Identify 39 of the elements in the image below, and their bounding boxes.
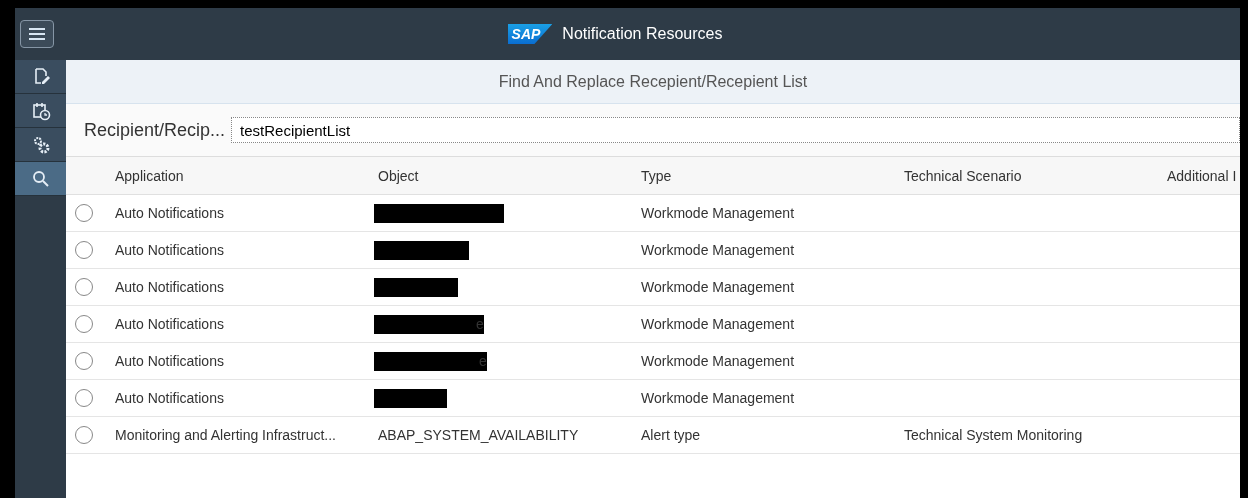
table-cell-text: Workmode Management (640, 316, 796, 332)
menu-button[interactable] (20, 20, 54, 48)
radio-button[interactable] (75, 315, 93, 333)
table-cell-text: Auto Notifications (114, 353, 225, 369)
table-cell-text: Workmode Management (640, 390, 796, 406)
recipient-input-field[interactable]: testRecipientList (231, 117, 1240, 143)
table-cell-text: Auto Notifications (114, 390, 225, 406)
table-cell-text: Auto Notifications (114, 316, 225, 332)
table-cell: ABAP_SYSTEM_AVAILABILITY (378, 427, 579, 443)
table-cell-text: Technical System Monitoring (903, 427, 1084, 443)
table-cell-text: Workmode Management (640, 242, 796, 258)
column-header: Object (377, 167, 420, 184)
sidebar-item[interactable] (15, 128, 66, 162)
table-cell-text: Workmode Management (640, 205, 796, 221)
sidebar-item[interactable] (15, 60, 66, 94)
column-header: Additional I (1166, 167, 1238, 184)
sidebar-item[interactable] (15, 94, 66, 128)
radio-button[interactable] (75, 426, 93, 444)
radio-button[interactable] (75, 241, 93, 259)
table-cell-text: Auto Notifications (114, 242, 225, 258)
table-cell-text: Alert type (640, 427, 702, 443)
menu-icon (28, 27, 46, 41)
field-label: Recipient/Recip... (84, 119, 226, 141)
radio-button[interactable] (75, 204, 93, 222)
column-header: Technical Scenario (903, 167, 1023, 184)
radio-button[interactable] (75, 278, 93, 296)
column-header: Type (640, 167, 673, 184)
table-cell-text: Monitoring and Alerting Infrastruct... (114, 427, 337, 443)
column-header: Application (114, 167, 185, 184)
logo: SAP (507, 24, 553, 44)
app-title: Notification Resources (562, 25, 723, 43)
table-cell-text: Auto Notifications (114, 279, 225, 295)
page-title: Find And Replace Recepient/Recepient List (66, 60, 1240, 104)
radio-button[interactable] (75, 389, 93, 407)
table-cell-text: Workmode Management (640, 353, 796, 369)
sidebar-item[interactable] (15, 162, 66, 196)
radio-button[interactable] (75, 352, 93, 370)
table-cell-text: Auto Notifications (114, 205, 225, 221)
table-cell-text: Workmode Management (640, 279, 796, 295)
